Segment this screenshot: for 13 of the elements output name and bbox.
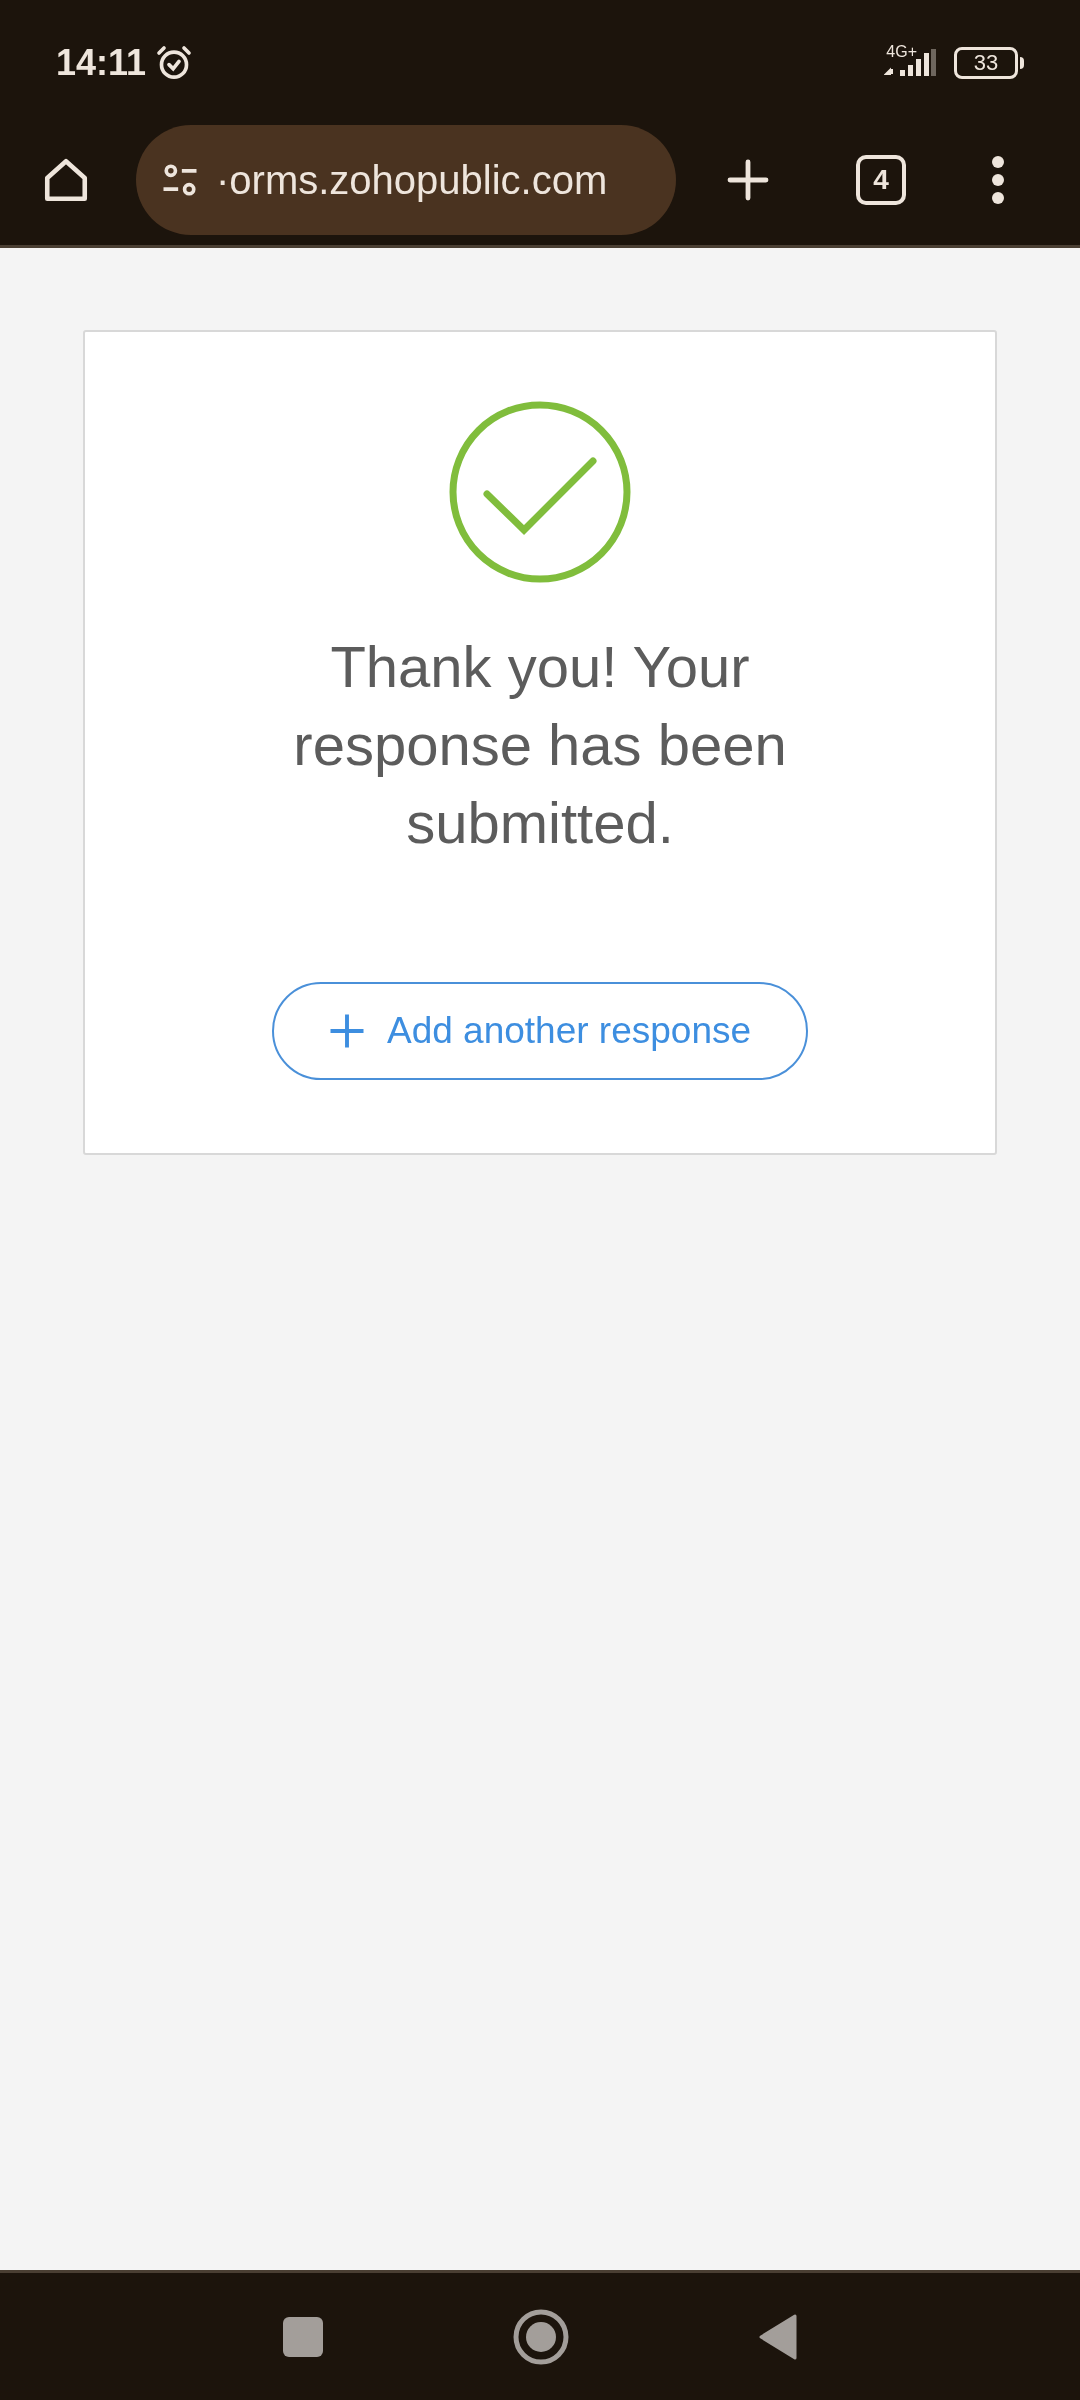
network-label: 4G+ bbox=[886, 44, 917, 60]
address-bar[interactable]: ·orms.zohopublic.com bbox=[136, 124, 676, 235]
confirmation-message: Thank you! Your response has been submitted. bbox=[292, 633, 788, 857]
more-icon bbox=[990, 154, 1006, 205]
url-text: ·orms.zohopublic.com bbox=[216, 156, 608, 204]
tab-switcher-button[interactable]: 4 bbox=[856, 154, 906, 205]
clock-time: 14:11 bbox=[56, 41, 147, 85]
battery-indicator: 33 bbox=[954, 47, 1024, 79]
back-icon[interactable] bbox=[759, 2313, 797, 2360]
check-circle-icon bbox=[448, 400, 632, 584]
recents-icon[interactable] bbox=[283, 2316, 323, 2357]
home-nav-icon[interactable] bbox=[513, 2308, 569, 2365]
plus-icon bbox=[328, 1013, 365, 1049]
